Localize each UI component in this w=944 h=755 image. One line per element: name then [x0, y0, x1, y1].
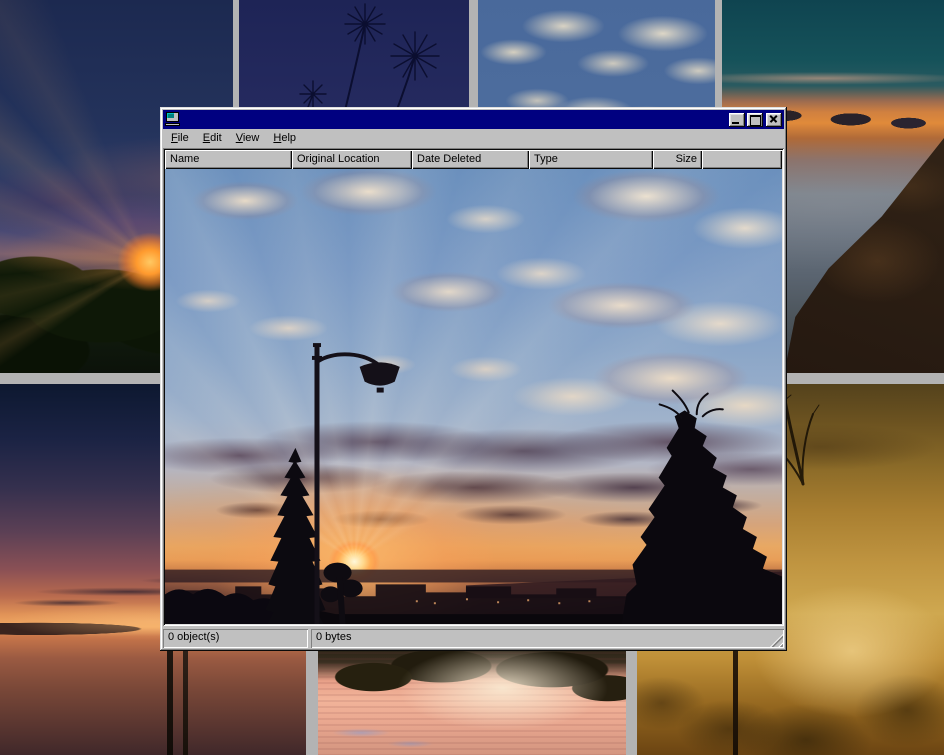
column-header-row: Name Original Location Date Deleted Type…	[165, 150, 782, 169]
menu-help[interactable]: Help	[266, 130, 303, 147]
menu-bar: File Edit View Help	[163, 129, 784, 148]
photo-silhouettes	[165, 169, 782, 624]
file-list-area[interactable]: Name Original Location Date Deleted Type…	[163, 148, 784, 626]
computer-icon[interactable]	[165, 112, 181, 127]
maximize-button[interactable]	[747, 113, 763, 127]
monitor-base	[165, 123, 180, 126]
column-header-type[interactable]: Type	[529, 150, 653, 169]
column-header-date-deleted[interactable]: Date Deleted	[412, 150, 529, 169]
sunset-streetlamp-photo	[165, 169, 782, 624]
resize-grip[interactable]	[770, 634, 783, 647]
status-size-text: 0 bytes	[316, 631, 351, 643]
recycle-bin-window: File Edit View Help Name Original Locati…	[160, 107, 787, 651]
menu-edit[interactable]: Edit	[196, 130, 229, 147]
menu-view[interactable]: View	[229, 130, 267, 147]
minimize-button[interactable]	[729, 113, 745, 127]
menu-file[interactable]: File	[164, 130, 196, 147]
column-header-size[interactable]: Size	[653, 150, 702, 169]
status-bar: 0 object(s) 0 bytes	[163, 629, 784, 648]
status-size: 0 bytes	[311, 629, 784, 648]
titlebar[interactable]	[163, 110, 784, 129]
column-header-filler[interactable]	[702, 150, 782, 169]
column-header-name[interactable]: Name	[165, 150, 292, 169]
column-header-original-location[interactable]: Original Location	[292, 150, 412, 169]
status-object-count: 0 object(s)	[163, 629, 308, 648]
monitor-screen	[167, 113, 174, 118]
close-button[interactable]	[766, 113, 782, 127]
